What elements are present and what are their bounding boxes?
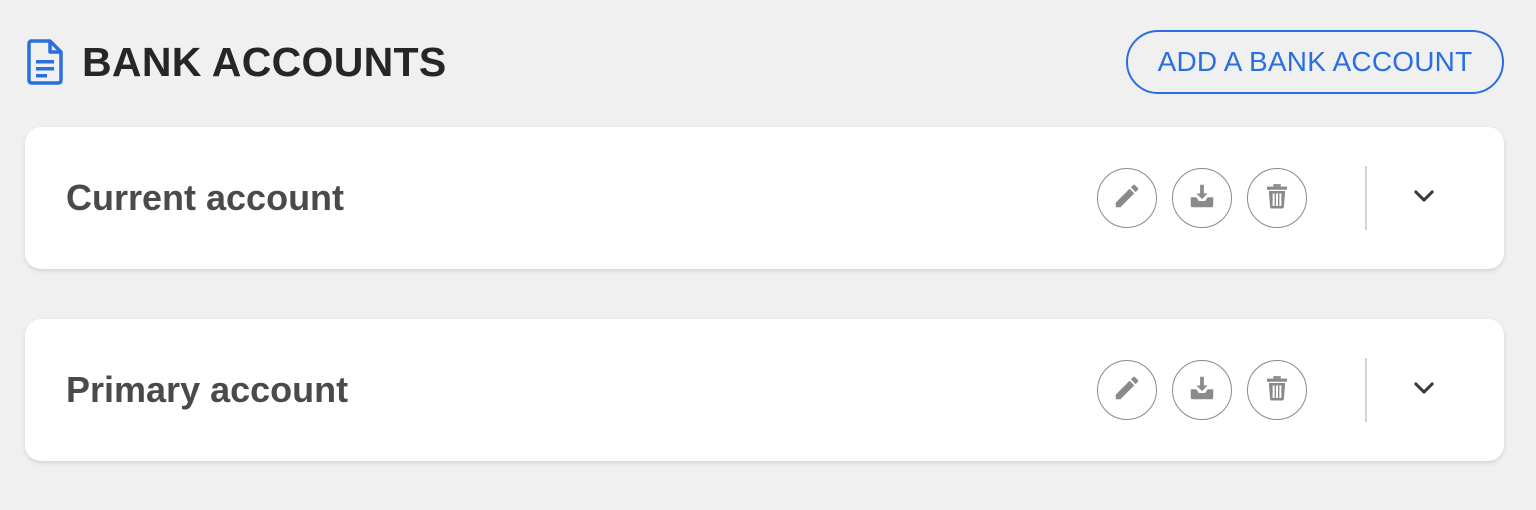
edit-button[interactable]	[1097, 360, 1157, 420]
delete-button[interactable]	[1247, 360, 1307, 420]
page-header: BANK ACCOUNTS ADD A BANK ACCOUNT	[24, 28, 1504, 96]
page-title: BANK ACCOUNTS	[82, 38, 447, 85]
download-button[interactable]	[1172, 168, 1232, 228]
trash-icon	[1262, 181, 1292, 216]
document-icon	[26, 38, 64, 86]
download-tray-icon	[1187, 181, 1217, 216]
account-actions	[1082, 166, 1504, 230]
chevron-down-icon	[1410, 182, 1438, 215]
actions-divider	[1365, 166, 1367, 230]
chevron-down-icon	[1410, 374, 1438, 407]
download-tray-icon	[1187, 373, 1217, 408]
account-name: Primary account	[66, 369, 349, 410]
account-list: Current account Primary account	[25, 127, 1504, 510]
account-card: Current account	[25, 127, 1504, 269]
account-actions	[1082, 358, 1504, 422]
account-card: Primary account	[25, 319, 1504, 461]
add-bank-account-button[interactable]: ADD A BANK ACCOUNT	[1126, 30, 1504, 94]
download-button[interactable]	[1172, 360, 1232, 420]
edit-button[interactable]	[1097, 168, 1157, 228]
expand-button[interactable]	[1394, 168, 1454, 228]
trash-icon	[1262, 373, 1292, 408]
bank-accounts-page: BANK ACCOUNTS ADD A BANK ACCOUNT Current…	[0, 0, 1536, 510]
expand-button[interactable]	[1394, 360, 1454, 420]
header-title-group: BANK ACCOUNTS	[24, 38, 447, 86]
account-name: Current account	[66, 177, 345, 218]
pencil-icon	[1112, 373, 1142, 408]
actions-divider	[1365, 358, 1367, 422]
delete-button[interactable]	[1247, 168, 1307, 228]
pencil-icon	[1112, 181, 1142, 216]
